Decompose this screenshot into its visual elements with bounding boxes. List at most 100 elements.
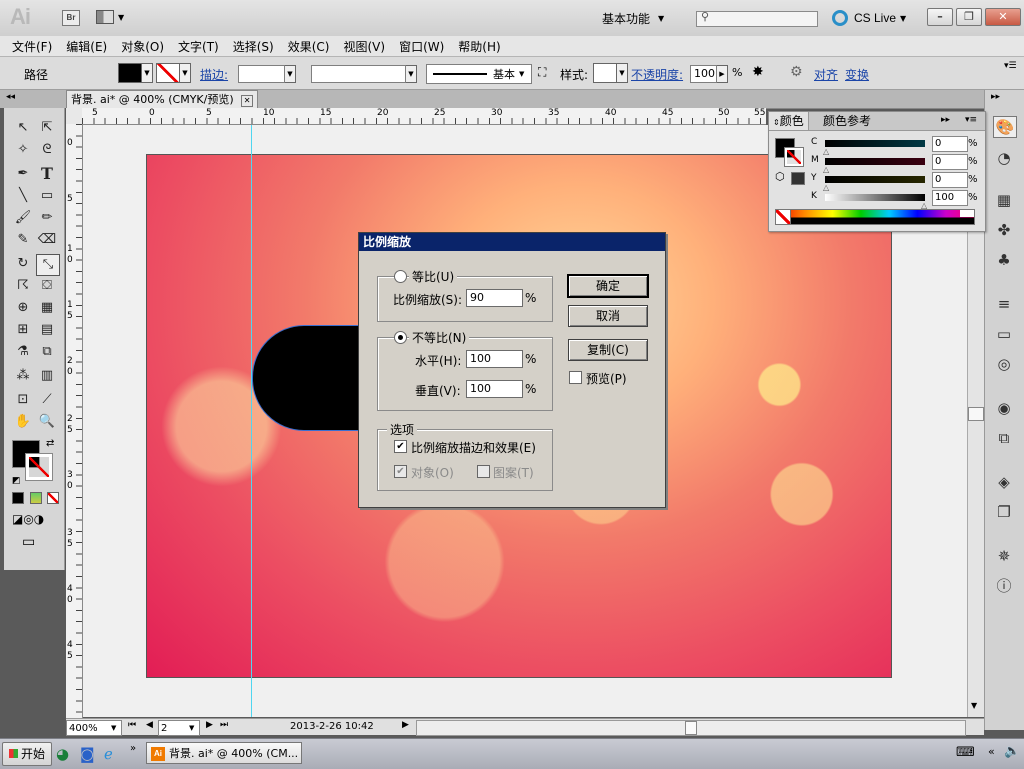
fill-swatch[interactable]: ▼ bbox=[118, 63, 153, 83]
lasso-tool-icon[interactable]: ᘓ bbox=[36, 140, 58, 160]
menu-view[interactable]: 视图(V) bbox=[343, 38, 385, 55]
scale-tool-icon[interactable]: ⤡ bbox=[36, 254, 60, 276]
shape-builder-tool-icon[interactable]: ⊕ bbox=[12, 298, 34, 318]
symbol-sprayer-tool-icon[interactable]: ⁂ bbox=[12, 366, 34, 386]
brushes-icon[interactable]: ✤ bbox=[993, 220, 1015, 240]
artboard-number-field[interactable]: 2 ▼ bbox=[158, 720, 200, 736]
patterns-checkbox[interactable] bbox=[477, 465, 490, 478]
tab-color-guide[interactable]: 颜色参考 bbox=[819, 112, 875, 130]
internet-explorer-icon[interactable]: ℯ bbox=[104, 745, 113, 763]
last-artboard-icon[interactable]: ⏭ bbox=[220, 720, 228, 730]
opacity-link[interactable]: 不透明度: bbox=[631, 66, 683, 83]
volume-icon[interactable]: 🔈 bbox=[1004, 744, 1020, 759]
line-tool-icon[interactable]: ╲ bbox=[12, 186, 34, 206]
color-mode-icon[interactable] bbox=[12, 492, 24, 504]
brush-definition[interactable]: 基本 ▼ bbox=[426, 64, 532, 84]
expand-panels-icon[interactable]: ▸▸ bbox=[991, 92, 1000, 102]
stroke-color-box[interactable] bbox=[25, 453, 53, 481]
menu-window[interactable]: 窗口(W) bbox=[399, 38, 444, 55]
gradient-mode-icon[interactable] bbox=[30, 492, 42, 504]
graphic-styles-icon[interactable]: ⧉ bbox=[993, 428, 1015, 448]
magenta-value[interactable]: 0 bbox=[932, 154, 968, 170]
variable-width-profile[interactable]: ▼ bbox=[311, 65, 417, 83]
black-value[interactable]: 100 bbox=[932, 190, 968, 206]
document-tab[interactable]: 背景. ai* @ 400% (CMYK/预览) ✕ bbox=[66, 90, 259, 109]
layers-icon[interactable]: ◈ bbox=[993, 472, 1015, 492]
brush-options-icon[interactable]: ⛶ bbox=[538, 65, 546, 80]
panel-menu-icon[interactable]: ▾≡ bbox=[965, 115, 977, 125]
white-color-chip[interactable] bbox=[960, 210, 974, 217]
gear-icon[interactable]: ⚙ bbox=[790, 64, 803, 80]
gradient-tool-icon[interactable]: ▤ bbox=[36, 320, 58, 340]
cyan-value[interactable]: 0 bbox=[932, 136, 968, 152]
vertical-ruler[interactable]: 0 5 1 0 1 5 2 0 2 5 3 0 3 5 4 0 4 5 bbox=[66, 124, 83, 718]
selection-tool-icon[interactable]: ↖ bbox=[12, 118, 34, 138]
opacity-field[interactable]: 100 ▶ bbox=[690, 65, 728, 83]
yellow-value[interactable]: 0 bbox=[932, 172, 968, 188]
selected-rounded-shape[interactable] bbox=[252, 325, 363, 431]
search-input[interactable]: ⚲ bbox=[696, 10, 818, 27]
close-icon[interactable]: ✕ bbox=[241, 95, 254, 107]
color-panel-icon[interactable]: 🎨 bbox=[993, 116, 1017, 138]
recolor-artwork-icon[interactable]: ✸ bbox=[752, 64, 764, 80]
minimize-button[interactable]: – bbox=[927, 8, 953, 26]
next-artboard-icon[interactable]: ▶ bbox=[206, 720, 213, 730]
column-graph-tool-icon[interactable]: ▥ bbox=[36, 366, 58, 386]
screen-mode-icon[interactable]: ▭ bbox=[22, 534, 35, 550]
cancel-button[interactable]: 取消 bbox=[568, 305, 648, 327]
magenta-slider[interactable] bbox=[825, 158, 925, 165]
rectangle-tool-icon[interactable]: ▭ bbox=[36, 186, 58, 206]
status-menu-icon[interactable]: ▶ bbox=[402, 720, 409, 730]
free-transform-tool-icon[interactable]: ⛋ bbox=[36, 276, 58, 296]
keyboard-icon[interactable]: ⌨ bbox=[956, 745, 975, 760]
collapse-icon[interactable]: ◂◂ bbox=[6, 92, 15, 102]
color-spectrum-bar[interactable] bbox=[775, 209, 975, 225]
magic-wand-tool-icon[interactable]: ✧ bbox=[12, 140, 34, 160]
pencil-tool-icon[interactable]: ✏ bbox=[36, 208, 58, 228]
rotate-tool-icon[interactable]: ↻ bbox=[12, 254, 34, 274]
stroke-color-box[interactable] bbox=[784, 147, 804, 167]
gradient-panel-icon[interactable]: ▭ bbox=[993, 324, 1015, 344]
objects-checkbox[interactable]: ✔ bbox=[394, 465, 407, 478]
navigator-icon[interactable]: ✵ bbox=[993, 546, 1015, 566]
artboard-tool-icon[interactable]: ⊡ bbox=[12, 390, 34, 410]
slice-tool-icon[interactable]: ⟋ bbox=[36, 390, 58, 410]
eraser-tool-icon[interactable]: ⌫ bbox=[36, 230, 58, 250]
first-artboard-icon[interactable]: ⏮ bbox=[128, 720, 136, 730]
web-color-icon[interactable] bbox=[791, 172, 805, 185]
restore-button[interactable]: ❐ bbox=[956, 8, 982, 26]
vertical-guide[interactable] bbox=[251, 125, 252, 717]
slider-marker[interactable]: △ bbox=[823, 165, 829, 174]
drawing-modes-icon[interactable]: ◪◎◑ bbox=[12, 512, 44, 526]
align-link[interactable]: 对齐 bbox=[814, 66, 838, 83]
zoom-tool-icon[interactable]: 🔍 bbox=[36, 412, 58, 432]
non-uniform-radio[interactable] bbox=[394, 331, 407, 344]
taskbar-illustrator-item[interactable]: Ai 背景. ai* @ 400% (CM... bbox=[146, 742, 302, 764]
menu-effect[interactable]: 效果(C) bbox=[288, 38, 330, 55]
none-color-icon[interactable] bbox=[776, 210, 791, 224]
stroke-link[interactable]: 描边: bbox=[200, 66, 228, 83]
perspective-grid-tool-icon[interactable]: ▦ bbox=[36, 298, 58, 318]
yellow-slider[interactable] bbox=[825, 176, 925, 183]
type-tool-icon[interactable]: T bbox=[36, 164, 58, 184]
copy-button[interactable]: 复制(C) bbox=[568, 339, 648, 361]
info-icon[interactable]: ⓘ bbox=[993, 576, 1015, 596]
previous-artboard-icon[interactable]: ◀ bbox=[146, 720, 153, 730]
default-colors-icon[interactable]: ◩ bbox=[12, 476, 21, 486]
appearance-icon[interactable]: ◉ bbox=[993, 398, 1015, 418]
out-of-gamut-icon[interactable]: ⬡ bbox=[775, 170, 785, 183]
none-mode-icon[interactable] bbox=[47, 492, 59, 504]
close-button[interactable]: ✕ bbox=[985, 8, 1021, 26]
pen-tool-icon[interactable]: ✒ bbox=[12, 164, 34, 184]
preview-checkbox[interactable] bbox=[569, 371, 582, 384]
cs-live-menu[interactable]: CS Live ▼ bbox=[832, 8, 906, 28]
horizontal-scroll-thumb[interactable] bbox=[685, 721, 697, 735]
stroke-panel-icon[interactable]: ≡ bbox=[993, 294, 1015, 314]
color-guide-icon[interactable]: ◔ bbox=[993, 148, 1015, 168]
browser-icon[interactable]: ◕ bbox=[56, 745, 69, 763]
transform-link[interactable]: 变换 bbox=[845, 66, 869, 83]
uniform-radio[interactable] bbox=[394, 270, 407, 283]
scale-strokes-checkbox[interactable]: ✔ bbox=[394, 440, 407, 453]
slider-marker[interactable]: △ bbox=[823, 147, 829, 156]
hand-tool-icon[interactable]: ✋ bbox=[12, 412, 34, 432]
